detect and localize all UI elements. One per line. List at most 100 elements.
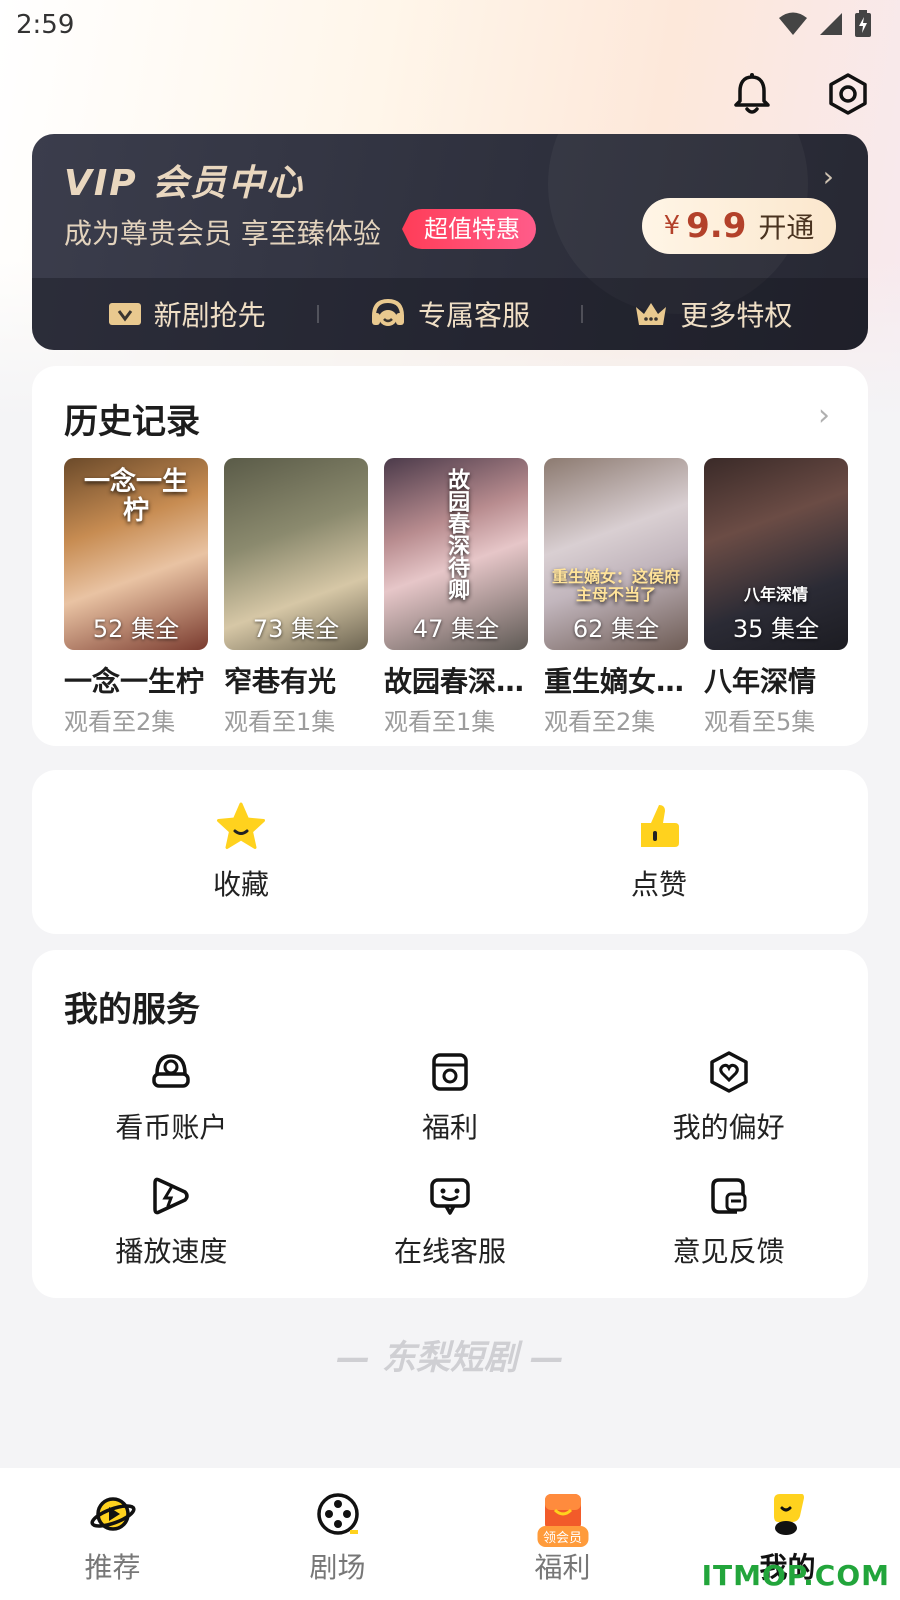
drama-name: 八年深情 xyxy=(704,665,817,698)
divider xyxy=(581,305,584,323)
vip-subtitle: 成为尊贵会员 享至臻体验 xyxy=(64,217,381,250)
episode-count: 62 集全 xyxy=(572,615,660,643)
chat-icon xyxy=(430,1178,470,1215)
drama-poster[interactable]: 重生嫡女：这侯府主母不当了 62 集全 xyxy=(544,458,688,650)
watch-progress: 观看至2集 xyxy=(64,708,176,736)
history-list: 一念一生柠 52 集全 一念一生柠 观看至2集 73 集全 窄巷有光 观看至1集… xyxy=(64,458,848,737)
poster-title: 重生嫡女：这侯府主母不当了 xyxy=(552,567,681,604)
service-coin-account[interactable]: 看币账户 xyxy=(32,1050,311,1146)
nav-label: 推荐 xyxy=(84,1551,141,1584)
history-item[interactable]: 故园春深待卿 47 集全 故园春深待卿 观看至1集 xyxy=(384,458,528,737)
crown-icon xyxy=(636,303,667,325)
header-actions xyxy=(730,72,870,116)
service-playback-speed[interactable]: 播放速度 xyxy=(32,1174,311,1270)
nav-tab-welfare[interactable]: 领会员 福利 xyxy=(450,1468,675,1600)
profile-icon xyxy=(773,1494,804,1535)
service-online-support[interactable]: 在线客服 xyxy=(311,1174,590,1270)
service-welfare[interactable]: 福利 xyxy=(311,1050,590,1146)
services-title: 我的服务 xyxy=(64,990,200,1030)
settings-icon[interactable] xyxy=(826,72,870,116)
drama-name: 窄巷有光 xyxy=(224,665,337,698)
drama-poster[interactable]: 八年深情 35 集全 xyxy=(704,458,848,650)
star-icon xyxy=(217,802,265,849)
nav-tab-recommend[interactable]: 推荐 xyxy=(0,1468,225,1600)
favorites-label: 收藏 xyxy=(212,868,269,901)
nav-badge: 领会员 xyxy=(536,1526,589,1547)
episode-count: 73 集全 xyxy=(252,615,340,643)
poster-title: 一念一生柠 xyxy=(83,467,188,526)
likes-label: 点赞 xyxy=(630,868,687,901)
history-card: 历史记录 › 一念一生柠 52 集全 一念一生柠 观看至2集 73 集全 窄巷有… xyxy=(32,366,868,746)
brand-footer: — 东梨短剧 — xyxy=(336,1338,564,1378)
open-label: 开通 xyxy=(758,211,815,244)
service-label: 播放速度 xyxy=(115,1235,228,1268)
drama-poster[interactable]: 故园春深待卿 47 集全 xyxy=(384,458,528,650)
feedback-icon xyxy=(710,1178,747,1214)
watch-progress: 观看至2集 xyxy=(544,708,656,736)
vip-perks: 新剧抢先 专属客服 更多特权 xyxy=(32,278,868,350)
notification-bell-icon[interactable] xyxy=(730,72,774,116)
drama-name: 故园春深待卿 xyxy=(384,665,528,698)
likes-button[interactable]: 点赞 xyxy=(450,770,868,934)
perk-new-drama[interactable]: 新剧抢先 xyxy=(108,294,266,334)
favorites-button[interactable]: 收藏 xyxy=(32,770,450,934)
chevron-right-icon: › xyxy=(822,160,834,193)
watch-progress: 观看至5集 xyxy=(704,708,816,736)
gift-icon xyxy=(432,1053,468,1091)
divider xyxy=(316,305,319,323)
service-label: 看币账户 xyxy=(115,1111,228,1144)
quick-actions-card: 收藏 点赞 xyxy=(32,770,868,934)
perk-more-privileges[interactable]: 更多特权 xyxy=(634,294,792,334)
price-amount: 9.9 xyxy=(686,206,747,246)
heart-shield-icon xyxy=(709,1051,748,1093)
thumbs-up-icon xyxy=(641,805,679,847)
nav-tab-theater[interactable]: 剧场 xyxy=(225,1468,450,1600)
history-item[interactable]: 八年深情 35 集全 八年深情 观看至5集 xyxy=(704,458,848,737)
service-label: 福利 xyxy=(421,1111,478,1144)
watch-progress: 观看至1集 xyxy=(224,708,336,736)
film-reel-icon xyxy=(316,1493,359,1535)
service-preferences[interactable]: 我的偏好 xyxy=(589,1050,868,1146)
perk-exclusive-service[interactable]: 专属客服 xyxy=(370,294,530,334)
drama-poster[interactable]: 73 集全 xyxy=(224,458,368,650)
price-currency: ¥ xyxy=(663,211,681,241)
signal-icon xyxy=(820,13,842,35)
status-bar: 2:59 xyxy=(0,0,900,50)
vip-center-card[interactable]: VIP 会员中心 › 成为尊贵会员 享至臻体验 超值特惠 ¥ 9.9 开通 新剧… xyxy=(32,134,868,350)
episode-count: 35 集全 xyxy=(732,615,820,643)
vip-title: VIP 会员中心 xyxy=(64,163,305,204)
history-title: 历史记录 xyxy=(64,402,200,442)
perk-label: 新剧抢先 xyxy=(153,299,266,332)
status-icons xyxy=(778,10,872,38)
nav-label: 福利 xyxy=(534,1551,591,1584)
poster-title: 八年深情 xyxy=(743,585,808,604)
service-label: 意见反馈 xyxy=(672,1235,785,1268)
watch-progress: 观看至1集 xyxy=(384,708,496,736)
service-label: 在线客服 xyxy=(393,1235,506,1268)
episode-count: 52 集全 xyxy=(92,615,180,643)
services-grid: 看币账户 福利 我的偏好 播放速度 在线客服 意见反馈 xyxy=(32,1050,868,1270)
wifi-icon xyxy=(779,12,807,35)
nav-label: 剧场 xyxy=(309,1551,366,1584)
coin-account-icon xyxy=(152,1054,191,1088)
drama-name: 重生嫡女：这侯府主母不当了 xyxy=(544,665,688,698)
service-feedback[interactable]: 意见反馈 xyxy=(589,1174,868,1270)
history-item[interactable]: 一念一生柠 52 集全 一念一生柠 观看至2集 xyxy=(64,458,208,737)
service-label: 我的偏好 xyxy=(672,1111,785,1144)
perk-label: 更多特权 xyxy=(680,299,793,332)
vip-open-button[interactable]: ¥ 9.9 开通 xyxy=(642,198,836,254)
headset-icon xyxy=(371,298,404,326)
battery-icon xyxy=(855,10,871,37)
drama-name: 一念一生柠 xyxy=(64,665,205,698)
vip-promo-badge: 超值特惠 xyxy=(402,209,536,249)
history-item[interactable]: 73 集全 窄巷有光 观看至1集 xyxy=(224,458,368,737)
planet-play-icon xyxy=(89,1497,136,1531)
poster-title: 故园春深待卿 xyxy=(444,468,470,600)
ticket-icon xyxy=(108,303,141,325)
history-item[interactable]: 重生嫡女：这侯府主母不当了 62 集全 重生嫡女：这侯府主母不当了 观看至2集 xyxy=(544,458,688,737)
drama-poster[interactable]: 一念一生柠 52 集全 xyxy=(64,458,208,650)
episode-count: 47 集全 xyxy=(412,615,500,643)
watermark: ITMOP.COM xyxy=(701,1559,890,1592)
speed-icon xyxy=(153,1177,190,1215)
chevron-right-icon[interactable]: › xyxy=(818,398,830,433)
